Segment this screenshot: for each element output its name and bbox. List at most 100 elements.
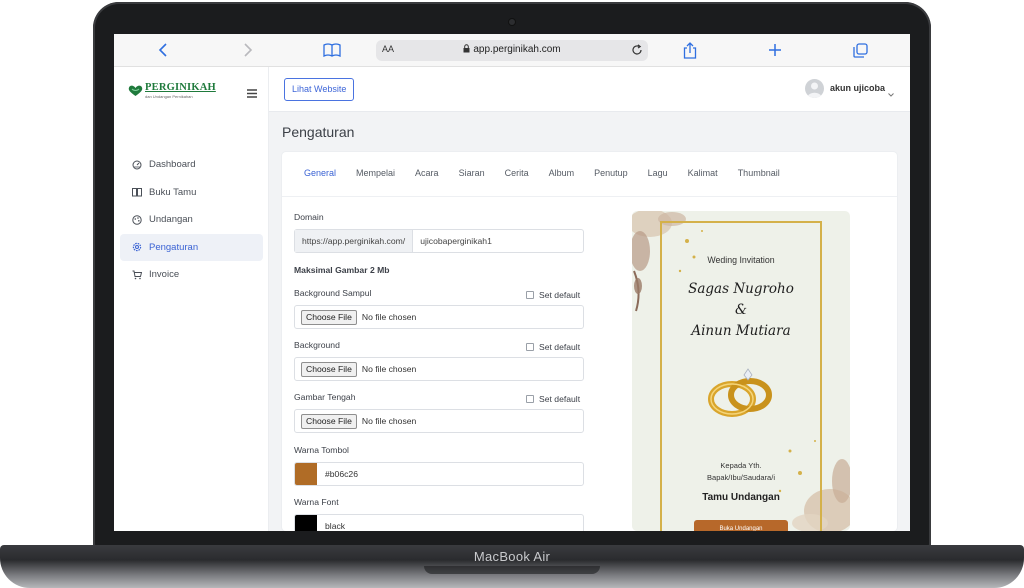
address-bar[interactable]: AA app.perginikah.com [376, 40, 648, 61]
center-image-file-input[interactable]: Choose File No file chosen [294, 409, 584, 433]
button-color-label: Warna Tombol [294, 445, 349, 455]
brand-name: PERGINIKAH [145, 82, 216, 93]
cart-icon [132, 270, 142, 280]
sidebar-item-label: Dashboard [149, 159, 196, 170]
font-color-input[interactable]: black [294, 514, 584, 531]
device-label: MacBook Air [473, 549, 551, 564]
tab-siaran[interactable]: Siaran [459, 168, 485, 182]
sidebar-item-undangan[interactable]: Undangan [120, 206, 263, 233]
tab-cerita[interactable]: Cerita [505, 168, 529, 182]
sidebar-item-label: Pengaturan [149, 241, 199, 253]
background-cover-label: Background Sampul [294, 288, 372, 298]
button-color-value[interactable]: #b06c26 [325, 469, 358, 479]
share-icon[interactable] [681, 41, 699, 59]
visit-website-button[interactable]: Lihat Website [284, 78, 355, 101]
new-tab-icon[interactable] [766, 41, 784, 59]
bride-name: Ainun Mutiara [691, 323, 791, 339]
domain-input[interactable]: ujicobaperginikah1 [413, 230, 492, 252]
file-status: No file chosen [361, 364, 417, 374]
max-image-label: Maksimal Gambar 2 Mb [294, 265, 390, 275]
bookmarks-icon[interactable] [323, 41, 341, 59]
settings-tabs: General Mempelai Acara Siaran Cerita Alb… [304, 168, 800, 182]
heart-logo-icon [128, 84, 143, 102]
domain-input-group: https://app.perginikah.com/ ujicobapergi… [294, 229, 584, 253]
choose-file-button[interactable]: Choose File [301, 309, 357, 325]
invitation-title: Weding Invitation [707, 255, 775, 265]
gear-icon [132, 242, 142, 252]
camera-icon [509, 19, 515, 25]
invitation-to-line1: Kepada Yth. [720, 461, 762, 470]
font-color-label: Warna Font [294, 497, 339, 507]
groom-name: Sagas Nugroho [688, 281, 794, 297]
book-icon [132, 187, 142, 197]
sidebar: PERGINIKAH dan Undangan Pernikahan Dashb… [114, 67, 269, 531]
set-default-center-image[interactable]: Set default [526, 394, 580, 404]
tab-mempelai[interactable]: Mempelai [356, 168, 395, 182]
background-cover-file-input[interactable]: Choose File No file chosen [294, 305, 584, 329]
choose-file-button[interactable]: Choose File [301, 413, 357, 429]
tabs-divider [282, 196, 897, 197]
wedding-rings-icon [708, 368, 772, 417]
avatar[interactable] [805, 79, 824, 98]
sidebar-item-dashboard[interactable]: Dashboard [120, 151, 263, 178]
set-default-background[interactable]: Set default [526, 342, 580, 352]
sidebar-nav: Dashboard Buku Tamu Undangan Pengaturan [120, 151, 263, 289]
url-text: app.perginikah.com [473, 44, 561, 55]
domain-prefix: https://app.perginikah.com/ [295, 230, 414, 252]
chevron-down-icon[interactable] [888, 84, 894, 102]
reload-icon[interactable] [631, 43, 643, 61]
sidebar-item-buku-tamu[interactable]: Buku Tamu [120, 179, 263, 206]
brand-tagline: dan Undangan Pernikahan [145, 94, 193, 99]
page-title: Pengaturan [282, 124, 355, 140]
set-default-label: Set default [539, 394, 581, 404]
tab-kalimat[interactable]: Kalimat [688, 168, 718, 182]
font-color-value[interactable]: black [325, 521, 345, 531]
screen: AA app.perginikah.com PERGINIKAH dan Und… [114, 34, 910, 531]
set-default-checkbox[interactable] [526, 291, 534, 299]
tab-penutup[interactable]: Penutup [594, 168, 628, 182]
ampersand: & [734, 302, 748, 318]
file-status: No file chosen [361, 416, 417, 426]
tab-overview-icon[interactable] [851, 41, 869, 59]
laptop-notch [424, 566, 600, 574]
font-color-swatch[interactable] [295, 515, 317, 531]
tab-general[interactable]: General [304, 168, 336, 182]
back-icon[interactable] [154, 41, 172, 59]
button-color-input[interactable]: #b06c26 [294, 462, 584, 486]
set-default-checkbox[interactable] [526, 343, 534, 351]
menu-toggle-icon[interactable] [247, 85, 257, 103]
tab-thumbnail[interactable]: Thumbnail [738, 168, 780, 182]
tab-lagu[interactable]: Lagu [648, 168, 668, 182]
url-display: app.perginikah.com [376, 44, 648, 56]
tab-album[interactable]: Album [549, 168, 575, 182]
dashboard-icon [132, 160, 142, 170]
background-file-input[interactable]: Choose File No file chosen [294, 357, 584, 381]
invitation-preview: Weding Invitation Sagas Nugroho & Ainun … [632, 211, 850, 531]
user-name[interactable]: akun ujicoba [830, 83, 885, 93]
open-invitation-button[interactable]: Buka Undangan [694, 520, 788, 531]
set-default-checkbox[interactable] [526, 395, 534, 403]
sidebar-item-label: Buku Tamu [149, 186, 197, 198]
domain-label: Domain [294, 212, 324, 222]
tab-acara[interactable]: Acara [415, 168, 439, 182]
center-image-label: Gambar Tengah [294, 392, 356, 402]
file-status: No file chosen [361, 312, 417, 322]
settings-card: General Mempelai Acara Siaran Cerita Alb… [282, 152, 897, 531]
button-color-swatch[interactable] [295, 463, 317, 485]
browser-toolbar: AA app.perginikah.com [114, 34, 910, 67]
sidebar-item-pengaturan[interactable]: Pengaturan [120, 233, 263, 261]
sidebar-item-label: Undangan [149, 214, 193, 225]
forward-icon[interactable] [239, 41, 257, 59]
set-default-label: Set default [539, 290, 581, 300]
guest-name: Tamu Undangan [702, 492, 780, 503]
sidebar-item-invoice[interactable]: Invoice [120, 261, 263, 288]
choose-file-button[interactable]: Choose File [301, 361, 357, 377]
palette-icon [132, 214, 142, 225]
topbar: Lihat Website akun ujicoba [269, 67, 910, 112]
set-default-label: Set default [539, 342, 581, 352]
sidebar-item-label: Invoice [149, 269, 180, 280]
brand-logo[interactable]: PERGINIKAH dan Undangan Pernikahan [128, 82, 228, 102]
set-default-cover[interactable]: Set default [526, 290, 580, 300]
background-label: Background [294, 340, 340, 350]
lock-icon [463, 44, 470, 56]
